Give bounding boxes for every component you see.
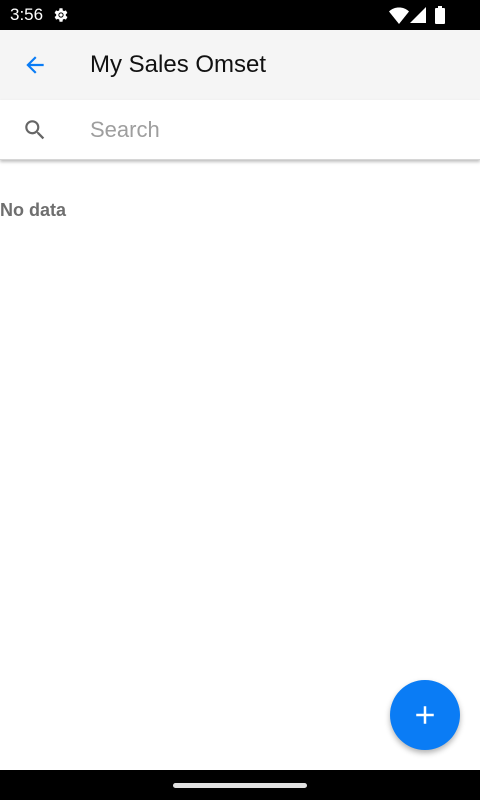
wifi-icon <box>389 7 409 24</box>
navigation-bar <box>0 770 480 800</box>
add-button[interactable] <box>390 680 460 750</box>
back-button[interactable] <box>14 44 56 86</box>
arrow-back-icon <box>26 56 44 74</box>
home-indicator[interactable] <box>173 783 307 788</box>
app-bar: My Sales Omset <box>0 30 480 100</box>
page-title: My Sales Omset <box>90 51 267 78</box>
settings-icon <box>54 8 68 22</box>
status-time: 3:56 <box>10 5 44 24</box>
status-bar: 3:56 <box>0 0 480 30</box>
search-icon <box>25 120 45 140</box>
empty-state-message: No data <box>0 200 67 220</box>
battery-icon <box>435 6 445 24</box>
app-screen: 3:56 My Sales Omset No data <box>0 0 480 800</box>
plus-icon <box>416 706 434 724</box>
search-input[interactable] <box>90 112 460 148</box>
search-bar <box>0 100 480 160</box>
signal-icon <box>410 7 426 23</box>
